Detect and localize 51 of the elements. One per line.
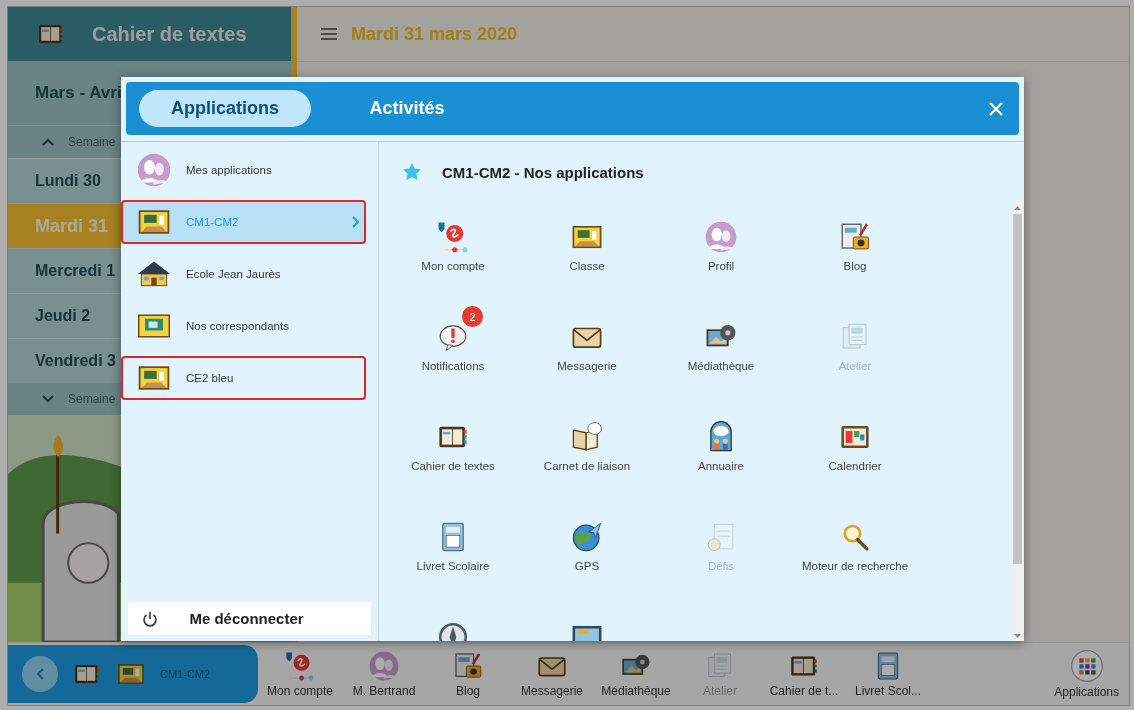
app-tile[interactable]: Messagerie (520, 308, 654, 408)
app-tile[interactable]: Moteur de recherche (788, 508, 922, 608)
close-icon[interactable] (989, 101, 1003, 116)
apps-grid-icon (1069, 649, 1104, 683)
people-avatar-icon (704, 220, 738, 254)
app-tile[interactable]: Blog (788, 208, 922, 308)
chevron-up-icon (42, 138, 54, 146)
app-tile[interactable]: Calendrier (788, 408, 922, 508)
people-avatar-icon (136, 152, 172, 188)
date-heading: Mardi 31 mars 2020 (351, 23, 518, 45)
dock-app[interactable]: Médiathèque (594, 650, 678, 698)
class-label: CM1-CM2 (160, 668, 211, 680)
globe-icon (570, 520, 604, 554)
count-badge: 2 (462, 306, 483, 327)
dock-app[interactable]: Blog (426, 650, 510, 698)
app-tile[interactable]: Livret Scolaire (386, 508, 520, 608)
dock-app[interactable]: Mon compte (258, 650, 342, 698)
people-avatar-icon (368, 650, 400, 682)
app-tile[interactable]: Médiathèque (654, 308, 788, 408)
app-tile[interactable]: Profil (654, 208, 788, 308)
account-badge-icon (284, 650, 316, 682)
dialog-tab[interactable]: Activités (321, 90, 493, 127)
applications-button[interactable]: Applications (1054, 649, 1119, 699)
app-tile[interactable]: Mon compte (386, 208, 520, 308)
menu-icon[interactable] (321, 28, 337, 40)
section-title: CM1-CM2 - Nos applications (442, 163, 644, 181)
power-icon (142, 610, 158, 627)
scrollbar[interactable] (1012, 202, 1023, 641)
place-item[interactable]: Ecole Jean Jaurès (121, 252, 366, 296)
chevron-down-icon (42, 395, 54, 403)
app-tile[interactable]: Carnet de liaison (520, 408, 654, 508)
app-tile[interactable]: Classe (520, 208, 654, 308)
dock-app[interactable]: Cahier de t... (762, 650, 846, 698)
app-tile[interactable]: Annuaire (654, 408, 788, 508)
place-item[interactable]: Nos correspondants (121, 304, 366, 348)
app-tile[interactable]: Cahier de textes (386, 408, 520, 508)
star-icon (402, 162, 422, 182)
dialog-tab[interactable]: Applications (139, 90, 311, 127)
app-tile[interactable]: GPS (520, 508, 654, 608)
back-button[interactable] (22, 656, 58, 692)
logout-button[interactable]: Me déconnecter (128, 602, 371, 635)
dock-app[interactable]: Livret Scol... (846, 650, 930, 698)
period-label: Mars - Avri (35, 83, 122, 103)
dock-app[interactable]: Messagerie (510, 650, 594, 698)
app-tile[interactable]: 2 Notifications (386, 308, 520, 408)
chevron-right-icon (352, 216, 360, 228)
place-item[interactable]: CE2 bleu (121, 356, 366, 400)
chevron-left-icon (36, 668, 44, 680)
app-title: Cahier de textes (92, 22, 247, 46)
dock-app[interactable]: M. Bertrand (342, 650, 426, 698)
account-badge-icon (436, 220, 470, 254)
